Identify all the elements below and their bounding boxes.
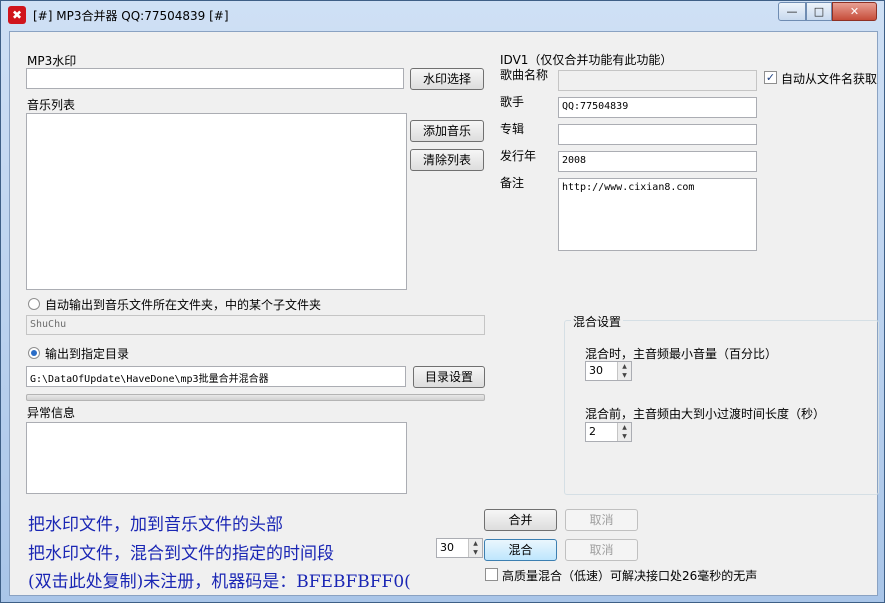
maximize-button[interactable]: □: [806, 2, 832, 21]
machine-code-note[interactable]: (双击此处复制)未注册，机器码是：BFEBFBFF0(: [28, 567, 484, 592]
auto-filename-label[interactable]: 自动从文件名获取: [781, 70, 877, 87]
mix-settings-label: 混合设置: [571, 313, 624, 330]
spin-up-icon[interactable]: ▲: [469, 539, 482, 548]
auto-output-radio[interactable]: [28, 298, 40, 310]
comment-label: 备注: [500, 176, 525, 190]
clear-list-button[interactable]: 清除列表: [410, 149, 484, 171]
output-dir-input[interactable]: G:\DataOfUpdate\HaveDone\mp3批量合并混合器: [26, 366, 406, 387]
error-info-label: 异常信息: [27, 406, 76, 420]
spin-down-icon[interactable]: ▼: [469, 548, 482, 557]
min-volume-arrows[interactable]: ▲ ▼: [617, 362, 631, 380]
min-volume-spinner[interactable]: 30 ▲ ▼: [585, 361, 632, 381]
fade-length-label: 混合前，主音频由大到小过渡时间长度（秒）: [585, 407, 826, 421]
music-listbox[interactable]: [26, 113, 407, 290]
output-dir-radio[interactable]: [28, 347, 40, 359]
fade-length-value[interactable]: 2: [589, 425, 596, 438]
spin-down-icon[interactable]: ▼: [618, 432, 631, 441]
offset-value[interactable]: 30: [440, 541, 454, 554]
fade-length-spinner[interactable]: 2 ▲ ▼: [585, 422, 632, 442]
album-input[interactable]: [558, 124, 757, 145]
dir-settings-button[interactable]: 目录设置: [413, 366, 485, 388]
min-volume-label: 混合时，主音频最小音量（百分比）: [585, 347, 778, 361]
album-label: 专辑: [500, 122, 525, 136]
watermark-select-button[interactable]: 水印选择: [410, 68, 484, 90]
client-area: MP3水印 水印选择 音乐列表 添加音乐 清除列表 自动输出到音乐文件所在文件夹…: [9, 31, 879, 596]
window-title: [#] MP3合并器 QQ:77504839 [#]: [33, 9, 229, 23]
progress-bar: [26, 394, 485, 401]
year-label: 发行年: [500, 149, 537, 163]
min-volume-value[interactable]: 30: [589, 364, 603, 377]
minimize-button[interactable]: —: [778, 2, 806, 21]
mix-cancel-button[interactable]: 取消: [565, 539, 638, 561]
offset-spinner[interactable]: 30 ▲ ▼: [436, 538, 483, 558]
hq-mix-checkbox[interactable]: [485, 568, 498, 581]
main-window: ✖ [#] MP3合并器 QQ:77504839 [#] — □ ✕ MP3水印…: [0, 0, 885, 603]
merge-button[interactable]: 合并: [484, 509, 557, 531]
spin-up-icon[interactable]: ▲: [618, 423, 631, 432]
watermark-label: MP3水印: [27, 54, 77, 68]
spin-up-icon[interactable]: ▲: [618, 362, 631, 371]
app-icon[interactable]: ✖: [8, 6, 26, 24]
comment-input[interactable]: http://www.cixian8.com: [558, 178, 757, 251]
watermark-input[interactable]: [26, 68, 404, 89]
mix-button[interactable]: 混合: [484, 539, 557, 561]
title-bar[interactable]: ✖ [#] MP3合并器 QQ:77504839 [#] — □ ✕: [1, 1, 884, 29]
year-input[interactable]: 2008: [558, 151, 757, 172]
subfolder-input[interactable]: ShuChu: [26, 315, 485, 335]
note-line-1[interactable]: 把水印文件，加到音乐文件的头部: [28, 510, 283, 535]
music-list-label: 音乐列表: [27, 98, 76, 112]
spin-down-icon[interactable]: ▼: [618, 371, 631, 380]
output-dir-label[interactable]: 输出到指定目录: [45, 345, 129, 362]
note-line-2[interactable]: 把水印文件，混合到文件的指定的时间段: [28, 539, 334, 564]
add-music-button[interactable]: 添加音乐: [410, 120, 484, 142]
artist-label: 歌手: [500, 95, 525, 109]
merge-cancel-button[interactable]: 取消: [565, 509, 638, 531]
auto-filename-checkbox[interactable]: ✓: [764, 71, 777, 84]
close-button[interactable]: ✕: [832, 2, 877, 21]
offset-arrows[interactable]: ▲ ▼: [468, 539, 482, 557]
song-name-input[interactable]: [558, 70, 757, 91]
fade-length-arrows[interactable]: ▲ ▼: [617, 423, 631, 441]
error-info-box[interactable]: [26, 422, 407, 494]
song-name-label: 歌曲名称: [500, 68, 549, 82]
artist-input[interactable]: QQ:77504839: [558, 97, 757, 118]
auto-output-label[interactable]: 自动输出到音乐文件所在文件夹，中的某个子文件夹: [45, 296, 321, 313]
hq-mix-label[interactable]: 高质量混合（低速）可解决接口处26毫秒的无声: [502, 567, 757, 584]
